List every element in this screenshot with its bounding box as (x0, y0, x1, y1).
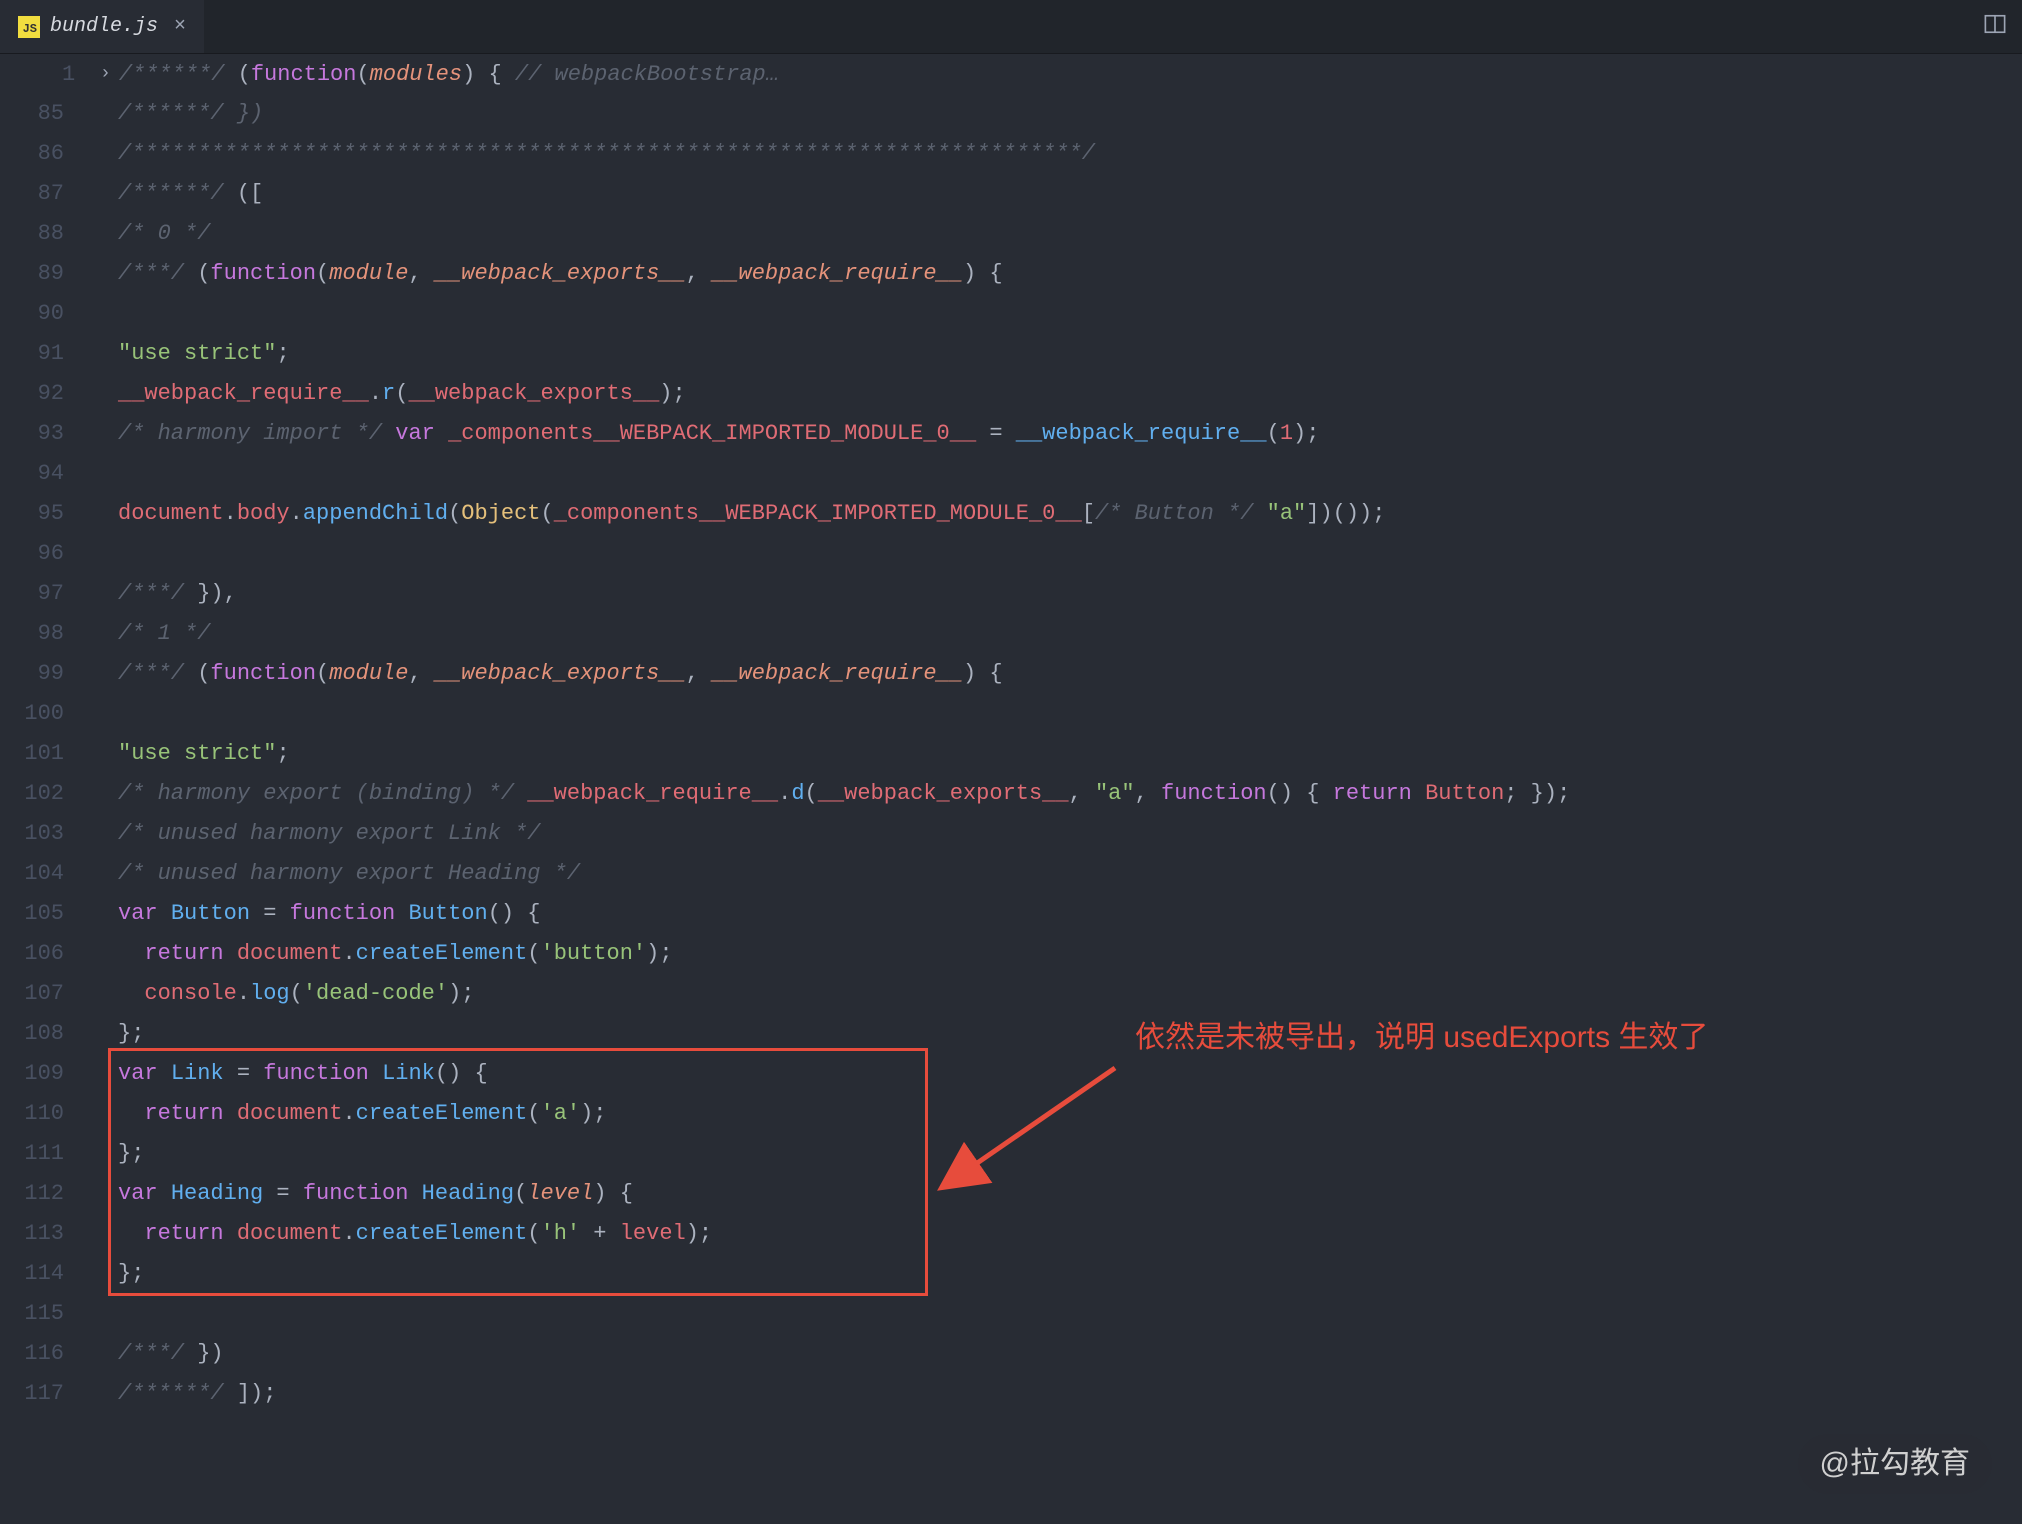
line-number: 112 (0, 1174, 64, 1214)
line-number: 96 (0, 534, 64, 574)
code-line[interactable] (118, 534, 2022, 574)
code-content[interactable]: /******/ })/****************************… (118, 94, 2022, 1414)
code-line[interactable]: /* harmony import */ var _components__WE… (118, 414, 2022, 454)
line-number: 117 (0, 1374, 64, 1414)
watermark: @拉勾教育 (1798, 1434, 1992, 1494)
code-line[interactable] (118, 294, 2022, 334)
code-line[interactable]: }; (118, 1254, 2022, 1294)
js-file-icon: JS (18, 16, 40, 38)
code-line[interactable]: /***/ (function(module, __webpack_export… (118, 654, 2022, 694)
code-line[interactable]: /******/ ]); (118, 1374, 2022, 1414)
line-number: 111 (0, 1134, 64, 1174)
close-icon[interactable]: × (174, 15, 186, 38)
line-number: 87 (0, 174, 64, 214)
annotation-text: 依然是未被导出，说明 usedExports 生效了 (1135, 1018, 1708, 1058)
line-number: 102 (0, 774, 64, 814)
line-number: 108 (0, 1014, 64, 1054)
breadcrumb-line-number: 1 (62, 62, 75, 87)
breadcrumb-code: /******/ (function(modules) { // webpack… (119, 62, 779, 87)
code-line[interactable]: /***/ }), (118, 574, 2022, 614)
code-line[interactable]: }; (118, 1134, 2022, 1174)
split-editor-icon[interactable] (1984, 13, 2006, 40)
line-number: 107 (0, 974, 64, 1014)
code-line[interactable]: console.log('dead-code'); (118, 974, 2022, 1014)
chevron-right-icon[interactable]: › (100, 64, 111, 84)
line-number: 99 (0, 654, 64, 694)
line-number: 114 (0, 1254, 64, 1294)
tab-bar: JS bundle.js × (0, 0, 2022, 54)
line-number: 94 (0, 454, 64, 494)
line-number: 104 (0, 854, 64, 894)
code-line[interactable]: return document.createElement('a'); (118, 1094, 2022, 1134)
line-number: 85 (0, 94, 64, 134)
tab-filename: bundle.js (50, 15, 158, 38)
code-line[interactable]: /* 0 */ (118, 214, 2022, 254)
code-line[interactable]: __webpack_require__.r(__webpack_exports_… (118, 374, 2022, 414)
line-number: 98 (0, 614, 64, 654)
breadcrumb[interactable]: 1 › /******/ (function(modules) { // web… (0, 54, 2022, 94)
code-line[interactable]: return document.createElement('h' + leve… (118, 1214, 2022, 1254)
line-number: 105 (0, 894, 64, 934)
line-number: 93 (0, 414, 64, 454)
line-number: 109 (0, 1054, 64, 1094)
line-number: 115 (0, 1294, 64, 1334)
line-number: 92 (0, 374, 64, 414)
line-number: 103 (0, 814, 64, 854)
line-number: 97 (0, 574, 64, 614)
line-number: 95 (0, 494, 64, 534)
line-number: 100 (0, 694, 64, 734)
code-line[interactable]: "use strict"; (118, 734, 2022, 774)
code-line[interactable] (118, 1294, 2022, 1334)
line-number: 101 (0, 734, 64, 774)
code-line[interactable]: var Heading = function Heading(level) { (118, 1174, 2022, 1214)
code-line[interactable]: return document.createElement('button'); (118, 934, 2022, 974)
line-number: 86 (0, 134, 64, 174)
code-line[interactable]: document.body.appendChild(Object(_compon… (118, 494, 2022, 534)
code-line[interactable]: var Button = function Button() { (118, 894, 2022, 934)
line-number: 91 (0, 334, 64, 374)
code-line[interactable] (118, 694, 2022, 734)
code-line[interactable]: /******/ ([ (118, 174, 2022, 214)
code-line[interactable]: /* unused harmony export Heading */ (118, 854, 2022, 894)
code-line[interactable]: /******/ }) (118, 94, 2022, 134)
code-line[interactable]: /***************************************… (118, 134, 2022, 174)
line-number: 113 (0, 1214, 64, 1254)
line-number: 90 (0, 294, 64, 334)
code-line[interactable]: /* unused harmony export Link */ (118, 814, 2022, 854)
line-number-gutter: 8586878889909192939495969798991001011021… (0, 94, 90, 1414)
line-number: 106 (0, 934, 64, 974)
code-area[interactable]: 8586878889909192939495969798991001011021… (0, 94, 2022, 1524)
code-editor: JS bundle.js × 1 › /******/ (function(mo… (0, 0, 2022, 1524)
code-line[interactable]: "use strict"; (118, 334, 2022, 374)
line-number: 116 (0, 1334, 64, 1374)
code-line[interactable] (118, 454, 2022, 494)
code-line[interactable]: var Link = function Link() { (118, 1054, 2022, 1094)
code-line[interactable]: /* 1 */ (118, 614, 2022, 654)
code-line[interactable]: }; (118, 1014, 2022, 1054)
tabbar-spacer (204, 0, 1984, 53)
code-line[interactable]: /* harmony export (binding) */ __webpack… (118, 774, 2022, 814)
code-line[interactable]: /***/ }) (118, 1334, 2022, 1374)
line-number: 110 (0, 1094, 64, 1134)
line-number: 88 (0, 214, 64, 254)
code-line[interactable]: /***/ (function(module, __webpack_export… (118, 254, 2022, 294)
line-number: 89 (0, 254, 64, 294)
tab-bundle-js[interactable]: JS bundle.js × (0, 0, 204, 53)
